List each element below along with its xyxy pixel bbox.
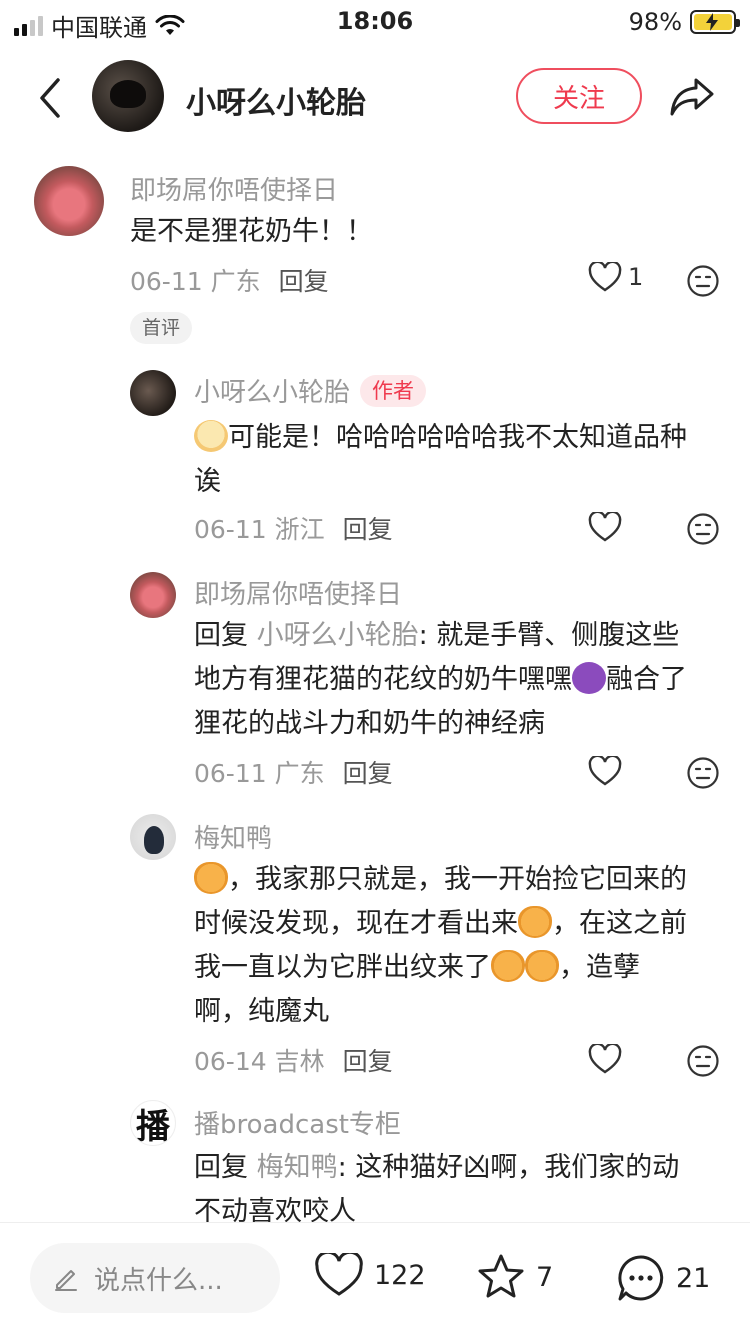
star-icon <box>478 1254 524 1298</box>
dislike-icon[interactable] <box>686 756 720 790</box>
comment-date: 06-14 吉林 <box>194 1047 325 1076</box>
bottom-action-bar: 说点什么... 122 7 21 <box>0 1222 750 1334</box>
commenter-name[interactable]: 小呀么小轮胎 作者 <box>194 372 427 409</box>
first-comment-badge: 首评 <box>130 312 193 344</box>
comment-text: ，我家那只就是，我一开始捡它回来的 时候没发现，现在才看出来 ，在这之前 我一直以… <box>194 862 687 1027</box>
reply-button[interactable]: 回复 <box>343 1047 393 1076</box>
battery-icon <box>690 10 740 34</box>
reply-button[interactable]: 回复 <box>343 515 393 544</box>
crying-emoji-icon <box>194 420 228 452</box>
status-bar: 中国联通 18:06 98% <box>0 0 750 44</box>
commenter-avatar[interactable] <box>130 814 176 860</box>
comment-date: 06-11 浙江 <box>194 515 325 544</box>
heart-icon <box>588 756 622 786</box>
crying-cat-emoji-icon <box>525 950 559 982</box>
share-icon[interactable] <box>668 74 716 118</box>
dislike-icon[interactable] <box>686 1044 720 1078</box>
comment-bubble-icon <box>618 1255 664 1301</box>
favorite-button[interactable]: 7 <box>476 1253 553 1301</box>
dislike-icon[interactable] <box>686 264 720 298</box>
devil-emoji-icon <box>572 662 606 694</box>
comment-meta: 06-11 浙江 回复 <box>194 510 393 546</box>
follow-button[interactable]: 关注 <box>516 68 642 124</box>
like-count: 1 <box>628 263 644 291</box>
battery-percent: 98% <box>628 8 682 36</box>
like-button[interactable] <box>588 756 622 786</box>
commenter-avatar[interactable]: 播 <box>130 1100 176 1146</box>
reply-target-name[interactable]: 小呀么小轮胎 <box>257 620 419 651</box>
heart-icon <box>588 1044 622 1074</box>
commenter-avatar[interactable] <box>130 572 176 618</box>
comment-date: 06-11 广东 <box>194 759 325 788</box>
comment-date: 06-11 广东 <box>130 267 261 296</box>
heart-icon <box>588 262 622 292</box>
heart-icon <box>315 1253 363 1296</box>
comment-input[interactable]: 说点什么... <box>30 1243 280 1313</box>
reply-target-name[interactable]: 梅知鸭 <box>257 1152 338 1183</box>
comment-text: 是不是狸花奶牛！！ <box>130 216 373 247</box>
like-button[interactable] <box>588 512 622 542</box>
like-count: 122 <box>374 1259 426 1291</box>
like-button[interactable] <box>588 1044 622 1074</box>
comment-header: 小呀么小轮胎 关注 <box>0 56 750 140</box>
favorite-count: 7 <box>536 1261 554 1293</box>
commenter-name[interactable]: 即场屌你唔使择日 <box>130 170 338 207</box>
comment-text: 可能是！哈哈哈哈哈哈我不太知道品种诶 <box>194 420 687 497</box>
commenter-avatar[interactable] <box>34 166 104 236</box>
heart-icon <box>588 512 622 542</box>
like-button[interactable]: 1 <box>588 262 643 292</box>
reply-button[interactable]: 回复 <box>279 267 329 296</box>
comment-meta: 06-14 吉林 回复 <box>194 1042 393 1078</box>
crying-cat-emoji-icon <box>491 950 525 982</box>
comment-meta: 06-11 广东 回复 <box>194 754 393 790</box>
comment-text: 回复 梅知鸭: 这种猫好凶啊，我们家的动 不动喜欢咬人 <box>194 1152 680 1227</box>
status-right: 98% <box>628 8 740 36</box>
author-badge: 作者 <box>360 375 427 407</box>
back-icon[interactable] <box>30 76 70 120</box>
comment-input-placeholder: 说点什么... <box>94 1265 223 1296</box>
author-name[interactable]: 小呀么小轮胎 <box>186 78 366 122</box>
comment-meta: 06-11 广东 回复 <box>130 262 329 298</box>
commenter-name[interactable]: 播broadcast专柜 <box>194 1104 401 1141</box>
pencil-icon <box>55 1270 77 1291</box>
comment-text: 回复 小呀么小轮胎: 就是手臂、侧腹这些 地方有狸花猫的花纹的奶牛嘿嘿 融合了 狸… <box>194 620 687 739</box>
crying-cat-emoji-icon <box>518 906 552 938</box>
commenter-name[interactable]: 即场屌你唔使择日 <box>194 574 402 611</box>
like-post-button[interactable]: 122 <box>314 1253 426 1297</box>
comment-count: 21 <box>676 1262 711 1294</box>
comments-button[interactable]: 21 <box>616 1253 710 1303</box>
commenter-avatar[interactable] <box>130 370 176 416</box>
commenter-name[interactable]: 梅知鸭 <box>194 818 272 855</box>
crying-cat-emoji-icon <box>194 862 228 894</box>
author-avatar[interactable] <box>92 60 164 132</box>
reply-button[interactable]: 回复 <box>343 759 393 788</box>
dislike-icon[interactable] <box>686 512 720 546</box>
